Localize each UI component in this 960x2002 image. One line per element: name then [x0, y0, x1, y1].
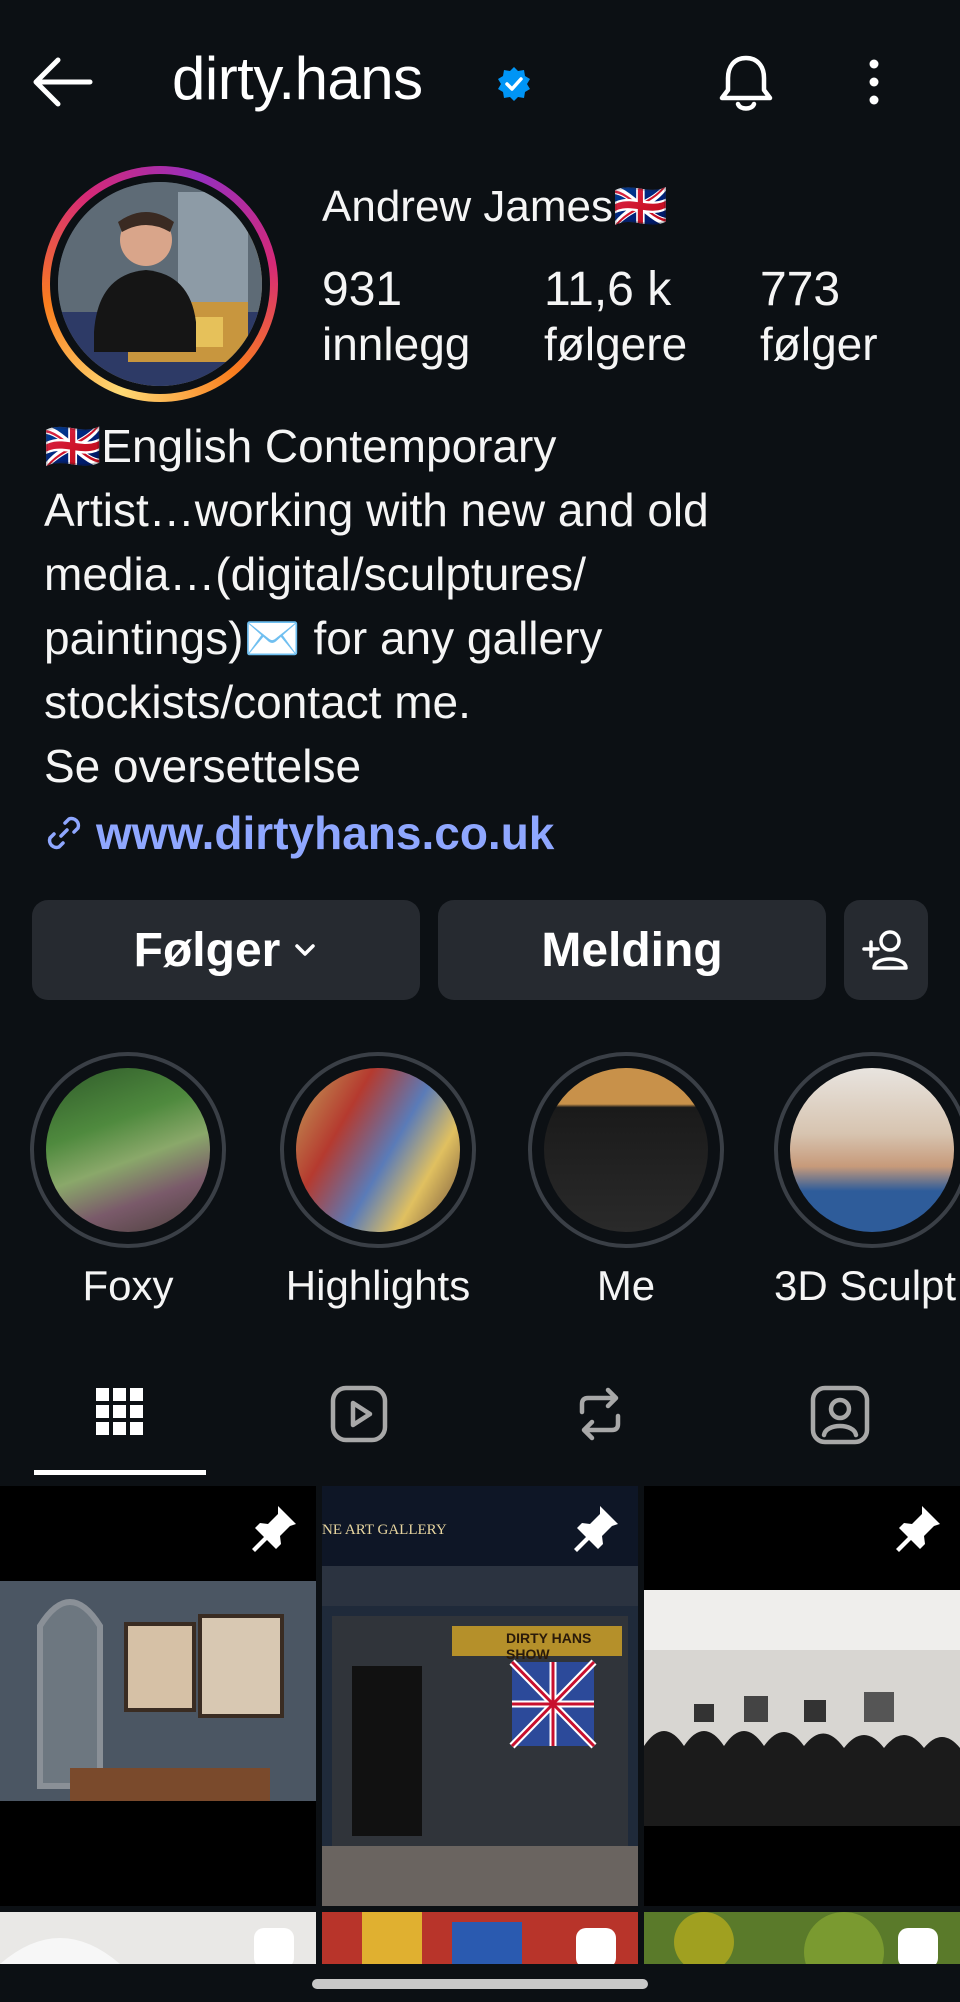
reel-icon — [574, 1926, 618, 1964]
highlight-cover — [280, 1052, 476, 1248]
highlight-cover — [528, 1052, 724, 1248]
grid-icon — [96, 1388, 143, 1435]
highlight-3d-sculpt[interactable]: 3D Sculpt… — [774, 1052, 960, 1310]
highlight-label: 3D Sculpt… — [774, 1262, 960, 1309]
bio-line: paintings)✉️ for any gallery — [44, 612, 603, 664]
tab-reposts[interactable] — [574, 1386, 626, 1442]
stat-followers-count: 11,6 k — [544, 263, 672, 316]
website-link-text: www.dirtyhans.co.uk — [96, 807, 555, 859]
reel-icon — [252, 1926, 296, 1964]
profile-username: dirty.hans — [172, 45, 423, 112]
stat-posts[interactable]: 931 innlegg — [322, 262, 470, 371]
post-thumbnail[interactable] — [0, 1912, 316, 1964]
active-tab-indicator — [34, 1470, 206, 1475]
profile-avatar[interactable] — [42, 166, 278, 402]
message-button[interactable]: Melding — [438, 900, 826, 1000]
home-indicator[interactable] — [312, 1979, 648, 1989]
stat-followers-label: følgere — [544, 318, 688, 370]
chevron-down-icon — [295, 944, 316, 956]
pinned-icon — [892, 1502, 944, 1554]
post-overlay-text: NE ART GALLERY — [322, 1522, 447, 1538]
post-thumbnail[interactable] — [644, 1912, 960, 1964]
message-button-label: Melding — [541, 923, 723, 977]
tab-tagged[interactable] — [810, 1385, 870, 1445]
website-link[interactable]: www.dirtyhans.co.uk — [44, 806, 554, 860]
arrow-left-icon — [33, 57, 93, 107]
post-overlay-text: DIRTY HANS SHOW — [506, 1630, 592, 1662]
bio-line: media…(digital/sculptures/ — [44, 548, 587, 600]
avatar-photo — [58, 182, 262, 386]
see-translation-link[interactable]: Se oversettelse — [44, 734, 904, 798]
stat-following-count: 773 — [760, 263, 841, 316]
following-button-label: Følger — [133, 923, 281, 977]
link-icon — [47, 816, 81, 850]
stat-posts-label: innlegg — [322, 318, 471, 370]
highlight-cover — [30, 1052, 226, 1248]
tab-reels[interactable] — [330, 1385, 388, 1443]
stat-posts-count: 931 — [322, 263, 403, 316]
highlight-foxy[interactable]: Foxy — [28, 1052, 228, 1310]
highlight-highlights[interactable]: Highlights — [278, 1052, 478, 1310]
pinned-icon — [570, 1502, 622, 1554]
following-button[interactable]: Følger — [32, 900, 420, 1000]
reels-icon — [330, 1385, 388, 1443]
tab-posts[interactable] — [94, 1386, 146, 1438]
more-vertical-icon — [869, 59, 879, 105]
pinned-icon — [248, 1502, 300, 1554]
stat-following[interactable]: 773 følger — [760, 262, 878, 371]
stat-following-label: følger — [760, 318, 878, 370]
back-button[interactable] — [30, 54, 94, 110]
more-options-button[interactable] — [866, 58, 882, 106]
bell-icon — [719, 55, 773, 111]
notifications-button[interactable] — [716, 52, 776, 114]
profile-bio: 🇬🇧English Contemporary Artist…working wi… — [44, 414, 904, 798]
add-person-icon — [862, 930, 908, 970]
repost-icon — [579, 1387, 621, 1441]
highlight-label: Foxy — [82, 1262, 174, 1309]
bio-line: stockists/contact me. — [44, 676, 471, 728]
highlight-label: Highlights — [285, 1262, 471, 1309]
verified-badge-icon — [496, 66, 532, 102]
bio-line: Artist…working with new and old — [44, 484, 709, 536]
tagged-person-icon — [810, 1385, 870, 1445]
highlight-label: Me — [596, 1262, 656, 1309]
display-name: Andrew James🇬🇧 — [322, 182, 668, 231]
reel-icon — [896, 1926, 940, 1964]
stat-followers[interactable]: 11,6 k følgere — [544, 262, 687, 371]
highlight-cover — [774, 1052, 960, 1248]
post-thumbnail[interactable] — [322, 1912, 638, 1964]
suggested-users-button[interactable] — [844, 900, 928, 1000]
highlight-me[interactable]: Me — [526, 1052, 726, 1310]
bio-line: 🇬🇧English Contemporary — [44, 420, 557, 472]
